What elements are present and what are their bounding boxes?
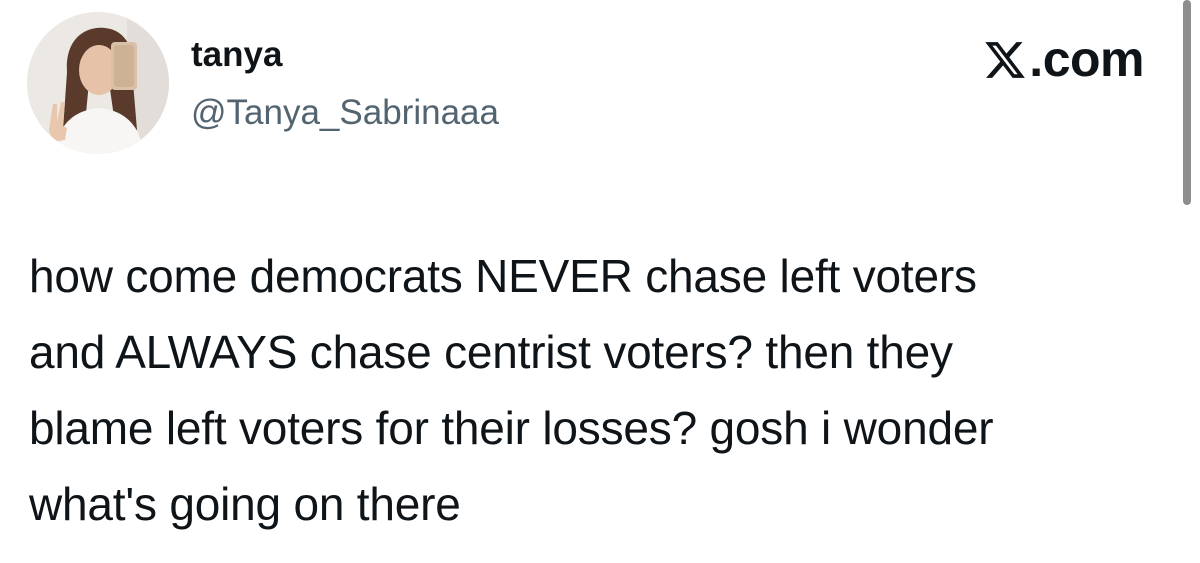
tweet-text: how come democrats NEVER chase left vote… <box>29 238 1179 542</box>
avatar[interactable] <box>27 12 169 154</box>
site-logo-text: .com <box>1029 31 1144 87</box>
site-logo: .com <box>983 31 1144 93</box>
tweet-text-line: and ALWAYS chase centrist voters? then t… <box>29 326 953 378</box>
author-handle[interactable]: @Tanya_Sabrinaaa <box>191 91 499 135</box>
tweet-text-line: what's going on there <box>29 478 461 530</box>
author-display-name[interactable]: tanya <box>191 34 282 76</box>
x-logo-icon <box>983 37 1027 93</box>
scrollbar[interactable] <box>1183 0 1191 205</box>
tweet-text-line: blame left voters for their losses? gosh… <box>29 402 994 454</box>
tweet-card: tanya @Tanya_Sabrinaaa .com how come dem… <box>0 0 1200 563</box>
profile-photo-icon <box>27 12 169 154</box>
tweet-text-line: how come democrats NEVER chase left vote… <box>29 250 977 302</box>
